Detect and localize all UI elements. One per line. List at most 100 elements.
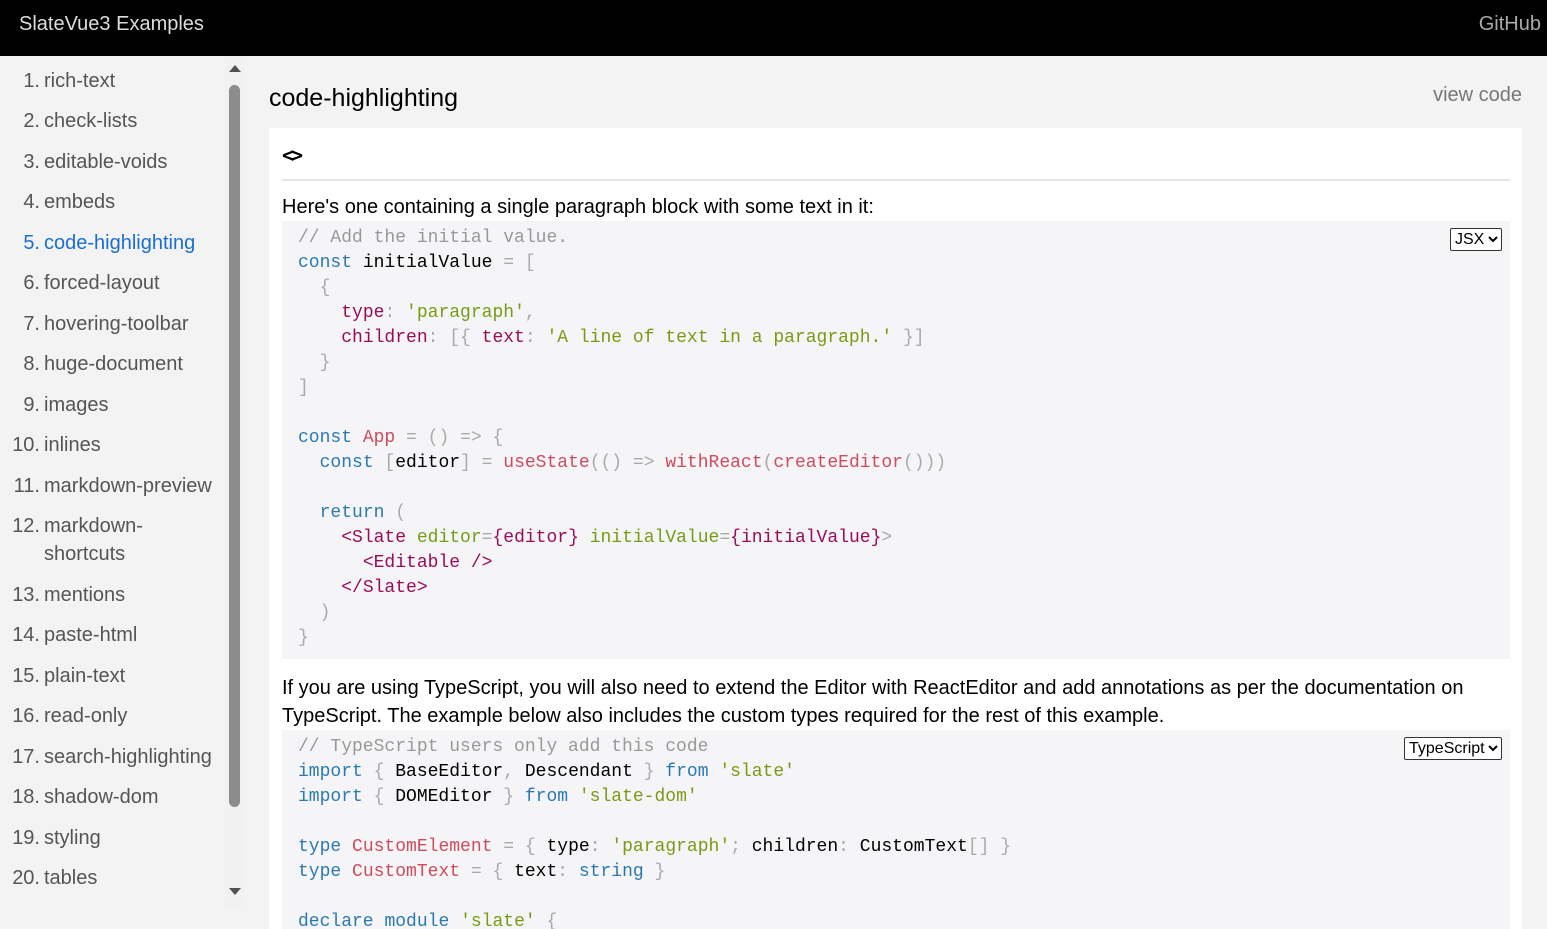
code-token: ) (298, 603, 331, 623)
code-line: type: 'paragraph', (298, 301, 946, 326)
code-token: = () => { (395, 428, 504, 448)
sidebar-item-label: search-highlighting (44, 746, 212, 768)
code-token: { (535, 912, 558, 929)
code-token: } (643, 862, 666, 882)
code-token: : (524, 328, 547, 348)
github-link[interactable]: GitHub (1479, 13, 1541, 36)
code-block[interactable]: TypeScript // TypeScript users only add … (282, 730, 1510, 929)
sidebar-item-number: 18. (12, 786, 40, 808)
code-token: : (589, 837, 612, 857)
code-token: = { (460, 862, 515, 882)
sidebar-item-label: code-highlighting (44, 232, 196, 254)
code-line: children: [{ text: 'A line of text in a … (298, 326, 946, 351)
code-token: { (362, 787, 396, 807)
code-token: initialValue (352, 253, 504, 273)
code-line: } (298, 626, 946, 651)
page-title: code-highlighting (269, 84, 459, 112)
code-line: ] (298, 376, 946, 401)
code-line: type CustomElement = { type: 'paragraph'… (298, 835, 1011, 860)
language-select[interactable]: TypeScript (1404, 737, 1502, 760)
sidebar-item-label: huge-document (44, 353, 183, 375)
code-token: = { (492, 837, 547, 857)
code-token: useState (503, 453, 590, 473)
code-token: CustomElement (352, 837, 493, 857)
code-token: module (384, 912, 450, 929)
scroll-down-arrow-icon[interactable] (229, 888, 241, 895)
language-select[interactable]: JSX (1450, 228, 1502, 251)
code-token: > (881, 528, 893, 548)
sidebar-item-label: embeds (44, 191, 116, 213)
code-block-button[interactable]: <> (282, 143, 303, 167)
code-token: text (514, 862, 558, 882)
sidebar-item-number: 8. (23, 353, 40, 375)
code-line: ) (298, 601, 946, 626)
sidebar-item-number: 4. (23, 191, 40, 213)
paragraph-line: TypeScript. The example below also inclu… (282, 705, 1165, 727)
code-block[interactable]: JSX // Add the initial value. const initi… (282, 221, 1510, 659)
sidebar-item-label: markdown-shortcuts (44, 512, 220, 568)
code-content[interactable]: // Add the initial value. const initialVa… (298, 226, 946, 651)
scroll-up-arrow-icon[interactable] (229, 65, 241, 72)
code-token: editor (395, 453, 461, 473)
sidebar-item-label-line: shortcuts (44, 543, 126, 565)
sidebar-item-number: 3. (23, 151, 40, 173)
top-bar: SlateVue3 Examples GitHub (0, 0, 1547, 56)
code-token: ( (384, 503, 407, 523)
code-token: <Slate (341, 528, 407, 548)
sidebar-item-label: paste-html (44, 624, 138, 646)
code-token: App (362, 428, 396, 448)
scrollbar-thumb[interactable] (229, 85, 240, 807)
code-token: { (298, 278, 331, 298)
code-token: string (578, 862, 644, 882)
sidebar-item-number: 20. (12, 867, 40, 889)
code-token: : (838, 837, 860, 857)
code-token: type (298, 837, 342, 857)
code-line: // TypeScript users only add this code (298, 735, 1011, 760)
code-token: {initialValue} (730, 528, 882, 548)
code-token: [] } (967, 837, 1012, 857)
app-title[interactable]: SlateVue3 Examples (19, 13, 204, 36)
sidebar-item-number: 5. (23, 232, 40, 254)
editor-panel: <> Here's one containing a single paragr… (269, 128, 1522, 929)
sidebar-item-number: 17. (12, 746, 40, 768)
sidebar-item-number: 11. (13, 475, 40, 497)
code-token: type (546, 837, 590, 857)
code-line: <Slate editor={editor} initialValue={ini… (298, 526, 946, 551)
code-token: , (503, 762, 525, 782)
code-token: [ (373, 453, 396, 473)
editor-paragraph[interactable]: Here's one containing a single paragraph… (282, 193, 1502, 221)
code-content[interactable]: // TypeScript users only add this code im… (298, 735, 1011, 929)
sidebar-item-label: styling (44, 827, 101, 849)
code-token: // Add the initial value. (298, 228, 569, 248)
code-line: // Add the initial value. (298, 226, 946, 251)
sidebar-item-label: read-only (44, 705, 128, 727)
code-token: createEditor (773, 453, 903, 473)
sidebar-item-label: hovering-toolbar (44, 313, 189, 335)
paragraph-line: If you are using TypeScript, you will al… (282, 677, 1464, 699)
sidebar-item-number: 2. (23, 110, 40, 132)
code-token: from (665, 762, 709, 782)
code-token: DOMEditor (395, 787, 493, 807)
code-line: { (298, 276, 946, 301)
code-token: children (341, 328, 428, 348)
sidebar-item-number: 15. (12, 665, 40, 687)
code-token: text (481, 328, 525, 348)
code-token: const (319, 453, 374, 473)
editor-paragraph[interactable]: If you are using TypeScript, you will al… (282, 674, 1502, 730)
code-token: editor (416, 528, 482, 548)
view-code-link[interactable]: view code (1433, 84, 1522, 107)
code-line: type CustomText = { text: string } (298, 860, 1011, 885)
code-token: 'slate' (460, 912, 536, 929)
